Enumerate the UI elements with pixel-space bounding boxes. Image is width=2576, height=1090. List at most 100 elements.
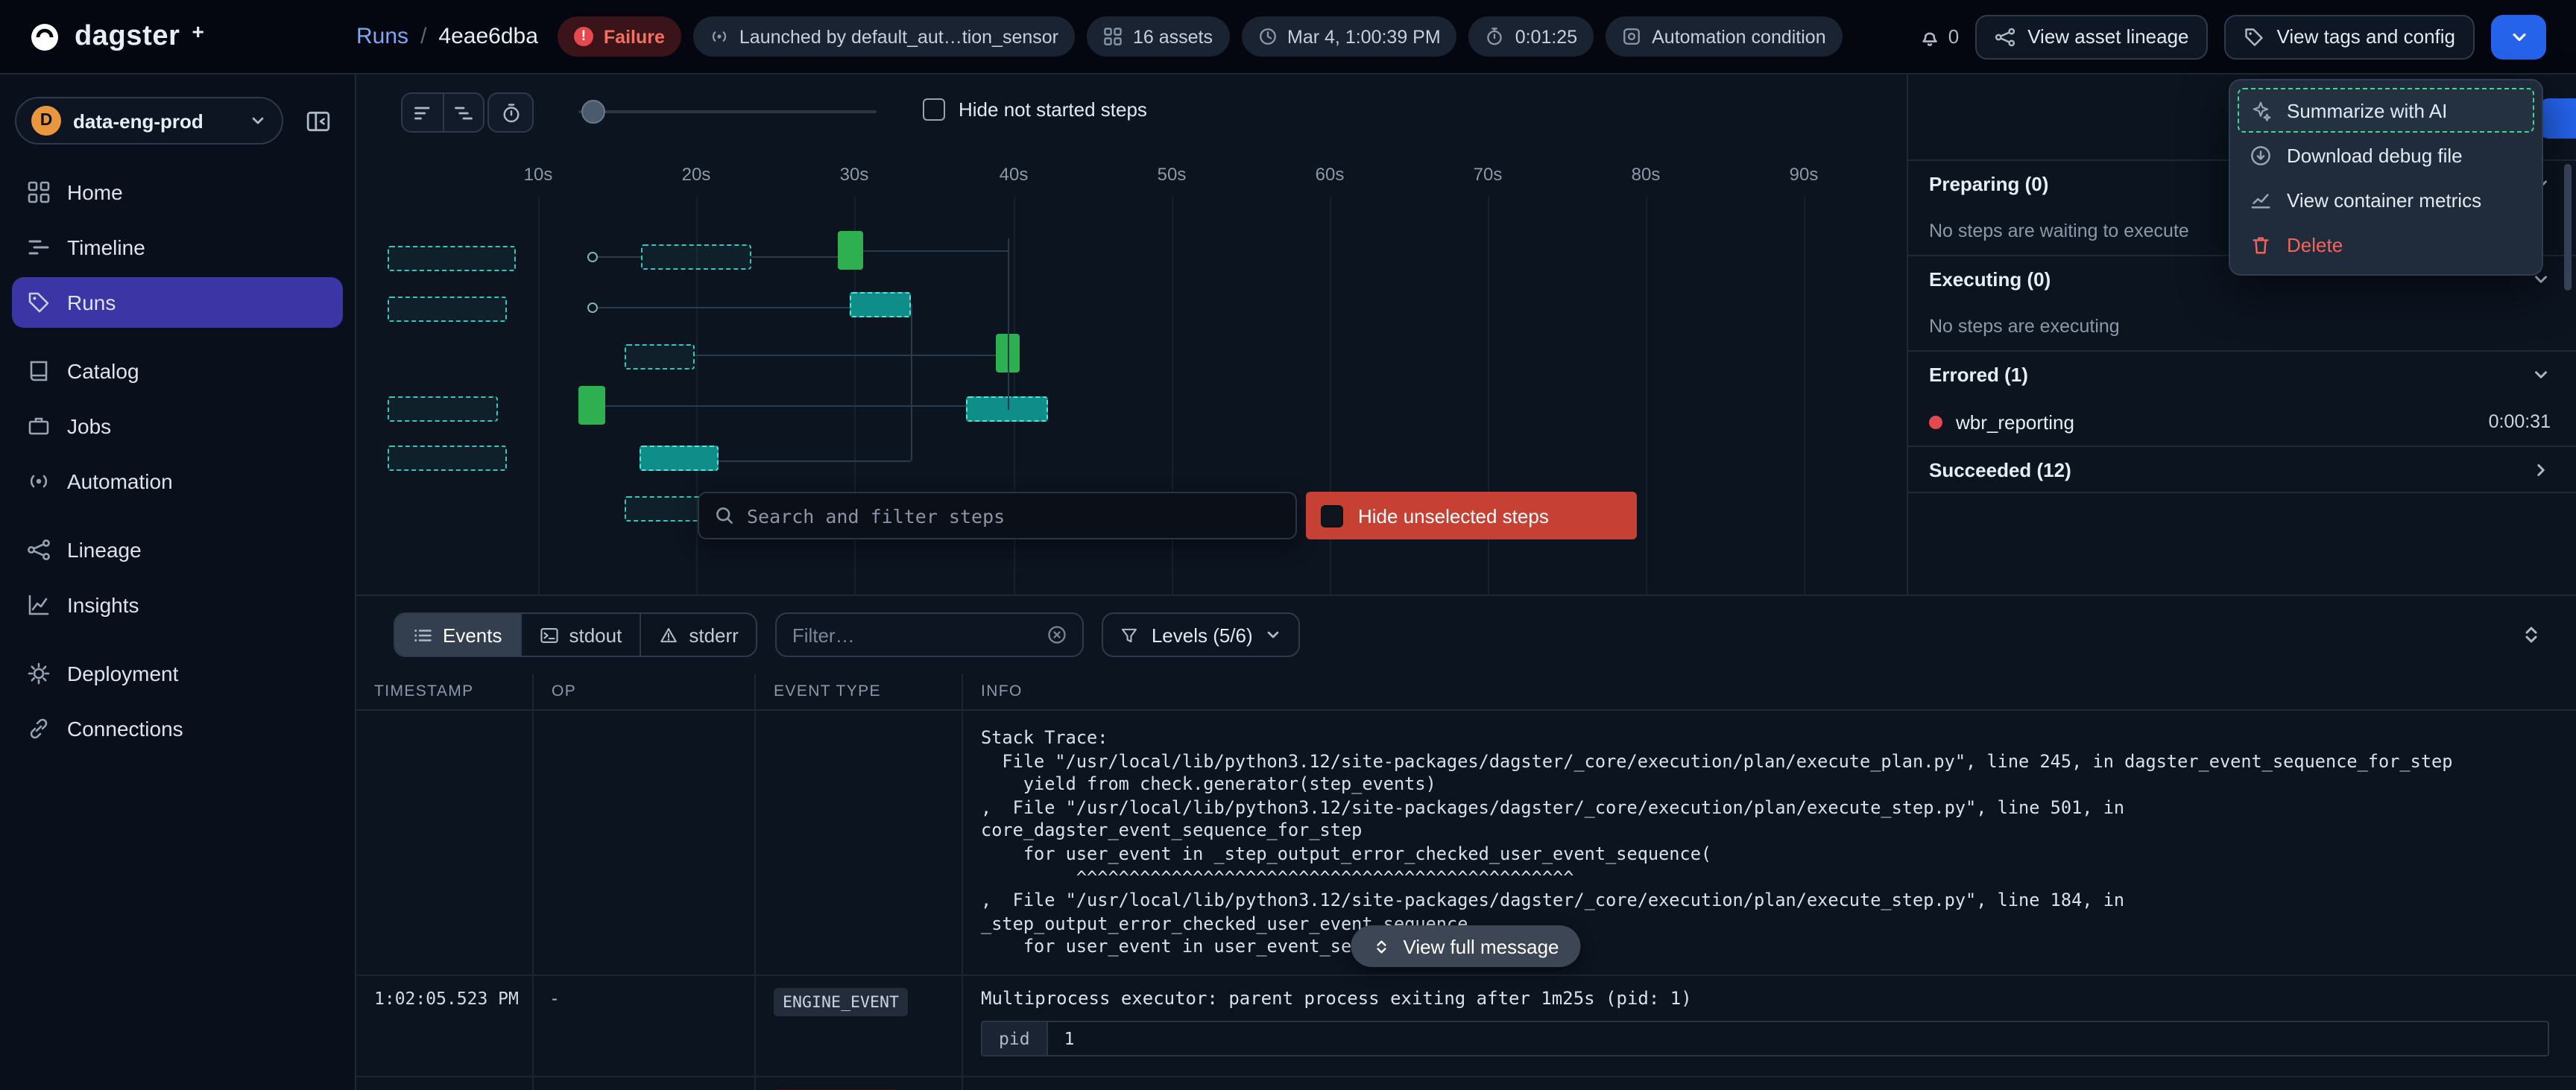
breadcrumb-run-id: 4eae6dba xyxy=(438,24,538,49)
notifications-bell[interactable]: 0 xyxy=(1919,25,1959,48)
metadata-key: pid xyxy=(982,1022,1048,1055)
view-asset-lineage-button[interactable]: View asset lineage xyxy=(1975,14,2208,59)
run-actions-menu-button[interactable] xyxy=(2491,14,2546,59)
view-full-message-button[interactable]: View full message xyxy=(1351,925,1579,967)
topbar-actions: 0 View asset lineage View tags and confi… xyxy=(1919,14,2576,59)
menu-item-summarize-ai[interactable]: Summarize with AI xyxy=(2238,88,2534,133)
hide-unselected-steps-control[interactable]: Hide unselected steps xyxy=(1306,492,1637,539)
gantt-waterfall-view-button[interactable] xyxy=(443,94,483,131)
gantt-timing-toggle-button[interactable] xyxy=(487,92,534,133)
step-name[interactable]: wbr_reporting xyxy=(1956,411,2074,433)
info-cell: Execution of run for "__ASSET_JOB" faile… xyxy=(963,1077,2576,1090)
gantt-running[interactable] xyxy=(640,446,719,471)
sensor-icon xyxy=(710,27,729,46)
gantt-hline xyxy=(598,256,641,258)
trash-icon xyxy=(2250,233,2272,256)
event-type-badge: ENGINE_EVENT xyxy=(774,988,908,1016)
op-cell xyxy=(534,711,756,975)
menu-item-download-debug[interactable]: Download debug file xyxy=(2238,133,2534,177)
workspace-selector[interactable]: D data-eng-prod xyxy=(15,97,283,145)
hide-not-started-control[interactable]: Hide not started steps xyxy=(923,98,1147,121)
gridline xyxy=(1804,197,1805,595)
gantt-zoom-slider[interactable] xyxy=(578,94,877,131)
status-badge: ! Failure xyxy=(558,16,681,57)
errored-step-row[interactable]: wbr_reporting 0:00:31 xyxy=(1908,398,2576,446)
workspace-row: D data-eng-prod xyxy=(0,75,355,158)
nav-group-divider xyxy=(12,511,343,525)
gear-icon xyxy=(27,662,51,685)
executing-empty-text: No steps are executing xyxy=(1908,302,2576,350)
gantt-queued[interactable] xyxy=(625,496,707,522)
panel-resize-button[interactable] xyxy=(2519,623,2543,647)
slider-handle[interactable] xyxy=(581,100,605,124)
column-op: OP xyxy=(534,674,756,709)
sidebar-item-connections[interactable]: Connections xyxy=(12,703,343,754)
view-tags-config-button[interactable]: View tags and config xyxy=(2225,14,2475,59)
tag-icon xyxy=(2244,26,2265,47)
panel-scrollbar[interactable] xyxy=(2564,164,2572,291)
hide-not-started-checkbox[interactable] xyxy=(923,98,945,121)
breadcrumb: Runs / 4eae6dba xyxy=(356,24,538,49)
gantt-view-toggle xyxy=(401,92,484,133)
gantt-queued[interactable] xyxy=(625,344,695,370)
sidebar-item-deployment[interactable]: Deployment xyxy=(12,648,343,699)
sidebar-item-timeline[interactable]: Timeline xyxy=(12,222,343,273)
gantt-search-bar xyxy=(698,492,1297,539)
gantt-queued[interactable] xyxy=(388,297,507,322)
log-row-engine-event: 1:02:05.523 PM - ENGINE_EVENT Multiproce… xyxy=(356,976,2576,1077)
gantt-queued[interactable] xyxy=(388,396,498,422)
expand-message-icon xyxy=(1371,937,1391,956)
chevron-down-icon xyxy=(2508,26,2529,47)
timestamp-cell: 1:02:05.523 PM xyxy=(356,976,534,1076)
log-filter xyxy=(776,612,1085,657)
gantt-queued[interactable] xyxy=(641,244,751,270)
sidebar-item-catalog[interactable]: Catalog xyxy=(12,346,343,396)
log-filter-input[interactable] xyxy=(792,624,1035,646)
gantt-vline xyxy=(1008,238,1009,410)
time-tick: 30s xyxy=(840,164,869,185)
clear-filter-icon[interactable] xyxy=(1047,624,1068,645)
menu-item-container-metrics[interactable]: View container metrics xyxy=(2238,177,2534,222)
sidebar-item-jobs[interactable]: Jobs xyxy=(12,401,343,451)
gantt-running[interactable] xyxy=(966,396,1048,422)
sidebar-item-home[interactable]: Home xyxy=(12,167,343,218)
stack-trace: Stack Trace: File "/usr/local/lib/python… xyxy=(963,711,2576,975)
runs-icon xyxy=(27,291,51,314)
gantt-success[interactable] xyxy=(578,386,605,425)
dagster-run-page: dagster + Runs / 4eae6dba ! Failure Laun… xyxy=(0,0,2576,1090)
chevron-down-icon xyxy=(249,112,267,130)
sidebar-item-automation[interactable]: Automation xyxy=(12,456,343,507)
op-cell: - xyxy=(534,976,756,1076)
time-tick: 10s xyxy=(524,164,553,185)
hide-unselected-checkbox[interactable] xyxy=(1321,504,1343,527)
sidebar-item-runs[interactable]: Runs xyxy=(12,277,343,328)
workspace-name: data-eng-prod xyxy=(73,110,203,132)
section-errored[interactable]: Errored (1) xyxy=(1908,350,2576,398)
sidebar-item-lineage[interactable]: Lineage xyxy=(12,525,343,575)
tab-stderr[interactable]: stderr xyxy=(640,614,756,656)
dagster-logo: dagster + xyxy=(0,19,356,54)
sidebar-collapse-button[interactable] xyxy=(295,98,340,143)
menu-item-delete[interactable]: Delete xyxy=(2238,222,2534,267)
levels-dropdown[interactable]: Levels (5/6) xyxy=(1102,612,1301,657)
gantt-running[interactable] xyxy=(850,292,911,317)
gantt-flat-view-button[interactable] xyxy=(402,94,443,131)
download-icon xyxy=(2250,144,2272,166)
gantt-queued[interactable] xyxy=(388,446,507,471)
funnel-icon xyxy=(1120,625,1140,644)
panel-collapse-icon xyxy=(305,108,330,133)
sidebar-item-insights[interactable]: Insights xyxy=(12,580,343,630)
metadata-value: 1 xyxy=(1048,1022,1091,1055)
flat-view-icon xyxy=(412,102,433,123)
section-succeeded[interactable]: Succeeded (12) xyxy=(1908,446,2576,493)
gantt-search-input[interactable] xyxy=(747,504,1281,527)
tab-stdout[interactable]: stdout xyxy=(520,614,640,656)
ai-sparkle-icon xyxy=(2250,99,2272,121)
gantt-hline xyxy=(863,250,1008,252)
breadcrumb-runs-link[interactable]: Runs xyxy=(356,24,408,49)
gantt-queued[interactable] xyxy=(388,246,516,271)
assets-count-badge: 16 assets xyxy=(1087,16,1229,57)
time-tick: 20s xyxy=(682,164,711,185)
gantt-success[interactable] xyxy=(838,231,863,270)
tab-events[interactable]: Events xyxy=(395,614,520,656)
